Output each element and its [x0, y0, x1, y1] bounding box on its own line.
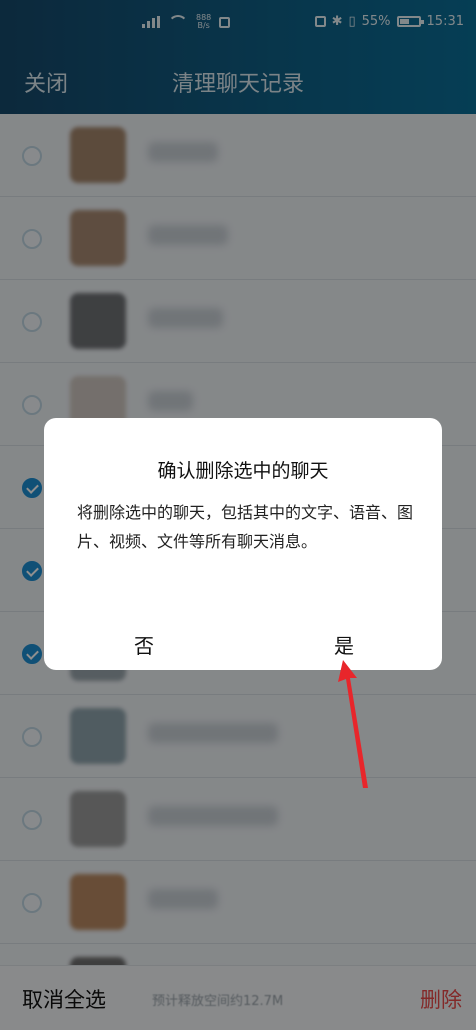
dialog-title: 确认删除选中的聊天 — [157, 460, 329, 482]
arrow-shape — [338, 660, 368, 788]
dialog-message: 将删除选中的聊天，包括其中的文字、语音、图片、视频、文件等所有聊天消息。 — [77, 503, 414, 551]
red-arrow-icon — [338, 660, 368, 788]
confirm-delete-dialog: 确认删除选中的聊天 将删除选中的聊天，包括其中的文字、语音、图片、视频、文件等所… — [44, 418, 442, 670]
yes-button[interactable]: 是 — [284, 630, 404, 659]
no-button[interactable]: 否 — [84, 630, 204, 659]
